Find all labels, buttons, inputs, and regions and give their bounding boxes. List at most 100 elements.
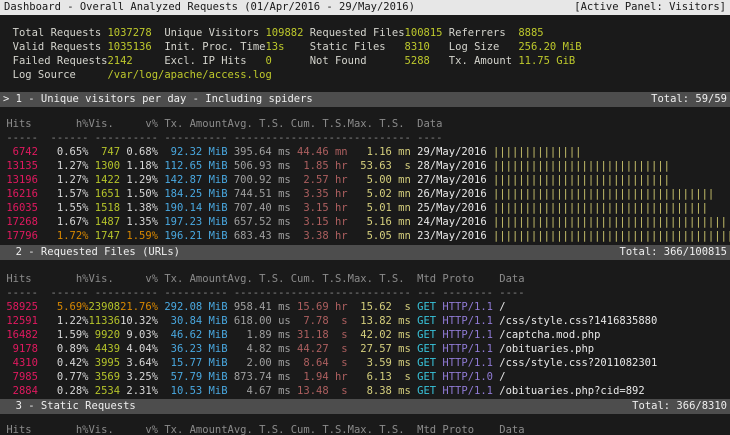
cell-bandwidth: 142.87 MiB bbox=[158, 173, 228, 187]
cell-avg-time: 4.67 ms bbox=[228, 384, 291, 398]
cell-url: Data bbox=[499, 272, 524, 286]
cell-visitors: 1487 bbox=[88, 215, 120, 229]
cell-cum-time: 31.18 s bbox=[291, 328, 348, 342]
cell-visitors: Vis. bbox=[88, 272, 120, 286]
cell-avg-time: 1.89 ms bbox=[228, 328, 291, 342]
hits-bars: |||||||||||||||||||||||||||| bbox=[493, 159, 670, 173]
cell-method: Mtd bbox=[417, 272, 436, 286]
cell-hits-percent: ------ bbox=[38, 131, 89, 145]
cell-avg-time: 700.92 ms bbox=[228, 173, 291, 187]
panel-total-badge: Total: 366/100815 bbox=[620, 245, 727, 260]
table-row[interactable]: 589255.69%2390821.76%292.08 MiB958.41 ms… bbox=[0, 300, 730, 314]
cell-visitors: 3995 bbox=[88, 356, 120, 370]
cell-method: GET bbox=[417, 314, 436, 328]
cell-cum-time: 7.78 s bbox=[291, 314, 348, 328]
panel-table: Hitsh%Vis.v%Tx. AmountAvg. T.S.Cum. T.S.… bbox=[0, 107, 730, 243]
hits-bars: |||||||||||||||||||||||||||| bbox=[493, 173, 670, 187]
cell-protocol: -------- bbox=[442, 286, 493, 300]
cell-cum-time: 1.85 hr bbox=[291, 159, 348, 173]
table-row[interactable]: 28840.28%25342.31%10.53 MiB4.67 ms13.48 … bbox=[0, 384, 730, 398]
table-row[interactable]: 79850.77%35693.25%57.79 MiB873.74 ms1.94… bbox=[0, 370, 730, 384]
cell-hits: 9178 bbox=[0, 342, 38, 356]
cell-bandwidth: 196.21 MiB bbox=[158, 229, 228, 243]
cell-protocol: HTTP/1.1 bbox=[442, 328, 493, 342]
cell-avg-time: 506.93 ms bbox=[228, 159, 291, 173]
cell-url: /css/style.css?2011082301 bbox=[499, 356, 657, 370]
panel-table: Hitsh%Vis.v%Tx. AmountAvg. T.S.Cum. T.S.… bbox=[0, 260, 730, 398]
table-row[interactable]: 131961.27%14221.29%142.87 MiB700.92 ms2.… bbox=[0, 173, 730, 187]
cell-avg-time: 2.00 ms bbox=[228, 356, 291, 370]
cell-max-time: 3.59 ms bbox=[348, 356, 411, 370]
table-row[interactable]: 177961.72%17471.59%196.21 MiB683.43 ms3.… bbox=[0, 229, 730, 243]
cell-hits: 58925 bbox=[0, 300, 38, 314]
cell-cum-time: 13.48 s bbox=[291, 384, 348, 398]
hits-bars: |||||||||||||| bbox=[493, 145, 582, 159]
summary-label: Referrers bbox=[449, 26, 519, 40]
summary-value: 1037278 bbox=[107, 26, 164, 40]
cell-hits: Hits bbox=[0, 272, 38, 286]
cell-bandwidth: 30.84 MiB bbox=[158, 314, 228, 328]
panel-header-unique-visitors[interactable]: > 1 - Unique visitors per day - Includin… bbox=[0, 92, 730, 107]
cell-hits-percent: 1.72% bbox=[38, 229, 89, 243]
cell-visitors-percent: v% bbox=[120, 272, 158, 286]
cell-visitors-percent: v% bbox=[120, 117, 158, 131]
cell-avg-time: 958.41 ms bbox=[228, 300, 291, 314]
panel-header-static-requests[interactable]: 3 - Static Requests Total: 366/8310 bbox=[0, 399, 730, 414]
table-row: ----------------------------------------… bbox=[0, 286, 730, 300]
cell-max-time: 13.82 ms bbox=[348, 314, 411, 328]
summary-label: Total Requests bbox=[13, 26, 108, 40]
cell-protocol: Proto bbox=[442, 423, 493, 435]
cell-hits-percent: 1.27% bbox=[38, 159, 89, 173]
cell-visitors-percent: 10.32% bbox=[120, 314, 158, 328]
cell-hits: 7985 bbox=[0, 370, 38, 384]
page-title: Dashboard - Overall Analyzed Requests (0… bbox=[4, 0, 415, 15]
title-bar: Dashboard - Overall Analyzed Requests (0… bbox=[0, 0, 730, 15]
summary-line: Failed Requests2142Excl. IP Hits0Not Fou… bbox=[0, 54, 730, 68]
table-row[interactable]: 125911.22%1133610.32%30.84 MiB618.00 us7… bbox=[0, 314, 730, 328]
table-row[interactable]: 131351.27%13001.18%112.65 MiB506.93 ms1.… bbox=[0, 159, 730, 173]
cell-protocol: HTTP/1.0 bbox=[442, 370, 493, 384]
cell-cum-time: 15.69 hr bbox=[291, 300, 348, 314]
cell-cum-time: 3.15 hr bbox=[291, 201, 348, 215]
cell-date: 24/May/2016 bbox=[417, 215, 487, 229]
cell-max-time: Max. T.S. bbox=[348, 117, 411, 131]
cell-avg-time: --------- bbox=[228, 131, 291, 145]
summary-value: 5288 bbox=[405, 54, 449, 68]
cell-hits-percent: 0.89% bbox=[38, 342, 89, 356]
cell-avg-time: 618.00 us bbox=[228, 314, 291, 328]
table-row[interactable]: 160351.55%15181.38%190.14 MiB707.40 ms3.… bbox=[0, 201, 730, 215]
cell-max-time: 5.01 mn bbox=[348, 201, 411, 215]
cell-cum-time: Cum. T.S. bbox=[291, 117, 348, 131]
panel-header-requested-files[interactable]: 2 - Requested Files (URLs) Total: 366/10… bbox=[0, 245, 730, 260]
cell-hits: 17796 bbox=[0, 229, 38, 243]
table-row[interactable]: 162161.57%16511.50%184.25 MiB744.51 ms3.… bbox=[0, 187, 730, 201]
cell-method: GET bbox=[417, 384, 436, 398]
cell-hits: 17268 bbox=[0, 215, 38, 229]
cell-visitors: 11336 bbox=[88, 314, 120, 328]
summary-value: 100815 bbox=[405, 26, 449, 40]
cell-hits-percent: 1.22% bbox=[38, 314, 89, 328]
table-row[interactable]: 91780.89%44394.04%36.23 MiB4.82 ms44.27 … bbox=[0, 342, 730, 356]
cell-date: 27/May/2016 bbox=[417, 173, 487, 187]
cell-protocol: HTTP/1.1 bbox=[442, 300, 493, 314]
table-row[interactable]: 164821.59%99209.03%46.62 MiB1.89 ms31.18… bbox=[0, 328, 730, 342]
summary-line: Total Requests1037278Unique Visitors1098… bbox=[0, 26, 730, 40]
cell-hits: 2884 bbox=[0, 384, 38, 398]
cell-hits: ----- bbox=[0, 286, 38, 300]
hits-bars: ||||||||||||||||||||||||||||||||||||| bbox=[493, 215, 727, 229]
table-row[interactable]: 67420.65%7470.68%92.32 MiB395.64 ms44.46… bbox=[0, 145, 730, 159]
table-row[interactable]: 43100.42%39953.64%15.77 MiB2.00 ms8.64 s… bbox=[0, 356, 730, 370]
cell-method: GET bbox=[417, 342, 436, 356]
cell-hits-percent: 1.55% bbox=[38, 201, 89, 215]
table-row: Hitsh%Vis.v%Tx. AmountAvg. T.S.Cum. T.S.… bbox=[0, 272, 730, 286]
cell-visitors: 1422 bbox=[88, 173, 120, 187]
panel-title: > 1 - Unique visitors per day - Includin… bbox=[3, 92, 313, 107]
summary-label: Static Files bbox=[310, 40, 405, 54]
cell-hits-percent: 1.27% bbox=[38, 173, 89, 187]
cell-cum-time: 3.35 hr bbox=[291, 187, 348, 201]
cell-visitors-percent: 0.68% bbox=[120, 145, 158, 159]
cell-bandwidth: 197.23 MiB bbox=[158, 215, 228, 229]
cell-max-time: 15.62 s bbox=[348, 300, 411, 314]
summary-value: 8885 bbox=[518, 26, 543, 40]
table-row[interactable]: 172681.67%14871.35%197.23 MiB657.52 ms3.… bbox=[0, 215, 730, 229]
